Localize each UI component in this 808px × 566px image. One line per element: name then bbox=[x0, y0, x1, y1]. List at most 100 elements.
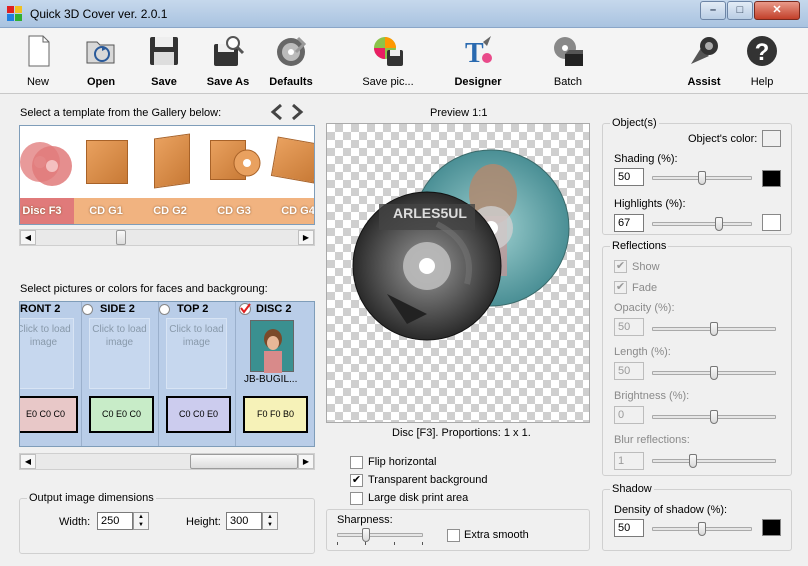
scroll-right-icon[interactable]: ▶ bbox=[298, 454, 314, 469]
brightness-slider-thumb[interactable] bbox=[710, 410, 718, 424]
image-slot[interactable]: Click to load image bbox=[89, 318, 150, 389]
face-radio[interactable] bbox=[82, 304, 93, 315]
highlights-slider-thumb[interactable] bbox=[715, 217, 723, 231]
maximize-button[interactable]: □ bbox=[727, 1, 753, 20]
gallery-item-cd-g1[interactable]: CD G1 bbox=[74, 126, 138, 224]
show-reflection-checkbox[interactable]: ✔ bbox=[614, 260, 627, 273]
disc-image-thumb[interactable] bbox=[250, 320, 294, 373]
defaults-button[interactable]: Defaults bbox=[268, 32, 314, 92]
blur-input[interactable]: 1 bbox=[614, 452, 644, 470]
sharpness-slider-thumb[interactable] bbox=[362, 528, 370, 542]
scroll-right-icon[interactable]: ▶ bbox=[298, 230, 314, 245]
shading-slider-thumb[interactable] bbox=[698, 171, 706, 185]
object-color-swatch[interactable] bbox=[762, 130, 781, 147]
assist-icon bbox=[687, 34, 721, 68]
gallery-item-disc-f3[interactable]: Disc F3 bbox=[20, 126, 74, 224]
window-title: Quick 3D Cover ver. 2.0.1 bbox=[30, 7, 168, 21]
scroll-thumb[interactable] bbox=[116, 230, 126, 245]
scroll-left-icon[interactable]: ◀ bbox=[20, 454, 36, 469]
brightness-input[interactable]: 0 bbox=[614, 406, 644, 424]
minimize-button[interactable]: – bbox=[700, 1, 726, 20]
flip-horizontal-checkbox[interactable] bbox=[350, 456, 363, 469]
save-button[interactable]: Save bbox=[144, 32, 184, 92]
sharpness-slider-track[interactable] bbox=[337, 533, 423, 537]
color-swatch[interactable]: C0 C0 E0 bbox=[166, 396, 231, 433]
new-document-icon bbox=[21, 34, 55, 68]
opacity-slider-thumb[interactable] bbox=[710, 322, 718, 336]
blur-slider-thumb[interactable] bbox=[689, 454, 697, 468]
shadow-density-input[interactable]: 50 bbox=[614, 519, 644, 537]
length-input[interactable]: 50 bbox=[614, 362, 644, 380]
gallery-prev-icon[interactable] bbox=[270, 103, 284, 124]
designer-button[interactable]: T Designer bbox=[452, 32, 504, 92]
shading-color-swatch[interactable] bbox=[762, 170, 781, 187]
floppy-disk-icon bbox=[147, 34, 181, 68]
svg-text:?: ? bbox=[755, 39, 770, 66]
open-button[interactable]: Open bbox=[80, 32, 122, 92]
fade-reflection-checkbox[interactable]: ✔ bbox=[614, 281, 627, 294]
face-disc[interactable]: DISC 2 JB-BUGIL... F0 F0 B0 bbox=[236, 302, 313, 446]
save-picture-button[interactable]: Save pic... bbox=[360, 32, 416, 92]
width-spinner[interactable]: ▲ ▼ bbox=[133, 512, 149, 530]
gallery-item-cd-g4[interactable]: CD G4 bbox=[266, 126, 314, 224]
new-button[interactable]: New bbox=[18, 32, 58, 92]
preview-caption: Disc [F3]. Proportions: 1 x 1. bbox=[392, 427, 531, 439]
height-input[interactable]: 300 bbox=[226, 512, 262, 530]
shadow-density-slider-track[interactable] bbox=[652, 522, 752, 536]
svg-text:T: T bbox=[465, 38, 484, 68]
disc-label-text: ARLES5UL bbox=[393, 205, 467, 221]
shading-slider-track[interactable] bbox=[652, 171, 752, 185]
width-input[interactable]: 250 bbox=[97, 512, 133, 530]
shading-input[interactable]: 50 bbox=[614, 168, 644, 186]
length-slider-track[interactable] bbox=[652, 366, 776, 380]
transparent-background-checkbox[interactable]: ✔ bbox=[350, 474, 363, 487]
highlights-slider-track[interactable] bbox=[652, 217, 752, 231]
large-disk-checkbox[interactable] bbox=[350, 492, 363, 505]
disc-template-thumb bbox=[20, 126, 74, 198]
gallery-next-icon[interactable] bbox=[290, 103, 304, 124]
image-slot[interactable]: Click to load image bbox=[166, 318, 227, 389]
brightness-slider-track[interactable] bbox=[652, 410, 776, 424]
cd-case-thumb bbox=[86, 140, 128, 184]
color-swatch[interactable]: F0 F0 B0 bbox=[243, 396, 308, 433]
shadow-color-swatch[interactable] bbox=[762, 519, 781, 536]
close-button[interactable]: ✕ bbox=[754, 1, 800, 20]
face-front[interactable]: RONT 2 Click to load image E0 C0 C0 bbox=[20, 302, 82, 446]
shadow-density-slider-thumb[interactable] bbox=[698, 522, 706, 536]
template-gallery: Disc F3 CD G1 CD G2 CD G3 CD G4 bbox=[19, 125, 315, 225]
gallery-label: Select a template from the Gallery below… bbox=[20, 107, 222, 119]
gallery-item-cd-g2[interactable]: CD G2 bbox=[138, 126, 202, 224]
face-top[interactable]: TOP 2 Click to load image C0 C0 E0 bbox=[159, 302, 236, 446]
length-slider-thumb[interactable] bbox=[710, 366, 718, 380]
app-icon bbox=[7, 6, 23, 22]
scroll-thumb[interactable] bbox=[190, 454, 298, 469]
checked-icon[interactable] bbox=[239, 303, 251, 318]
preview-canvas: ARLES5UL bbox=[326, 123, 590, 423]
opacity-slider-track[interactable] bbox=[652, 322, 776, 336]
title-bar: Quick 3D Cover ver. 2.0.1 – □ ✕ bbox=[0, 0, 808, 28]
help-button[interactable]: ? Help bbox=[744, 32, 780, 92]
designer-icon: T bbox=[461, 34, 495, 69]
cd-case-thumb bbox=[270, 136, 314, 184]
highlights-input[interactable]: 67 bbox=[614, 214, 644, 232]
gallery-item-cd-g3[interactable]: CD G3 bbox=[202, 126, 266, 224]
image-slot[interactable]: Click to load image bbox=[20, 318, 74, 389]
scroll-left-icon[interactable]: ◀ bbox=[20, 230, 36, 245]
blur-slider-track[interactable] bbox=[652, 454, 776, 468]
highlights-color-swatch[interactable] bbox=[762, 214, 781, 231]
assist-button[interactable]: Assist bbox=[684, 32, 724, 92]
faces-scrollbar[interactable]: ◀ ▶ bbox=[19, 453, 315, 470]
disc-defaults-icon bbox=[274, 34, 308, 68]
faces-label: Select pictures or colors for faces and … bbox=[20, 283, 268, 295]
height-spinner[interactable]: ▲ ▼ bbox=[262, 512, 278, 530]
face-side[interactable]: SIDE 2 Click to load image C0 E0 C0 bbox=[82, 302, 159, 446]
opacity-input[interactable]: 50 bbox=[614, 318, 644, 336]
color-swatch[interactable]: E0 C0 C0 bbox=[20, 396, 78, 433]
batch-button[interactable]: Batch bbox=[548, 32, 588, 92]
extra-smooth-checkbox[interactable] bbox=[447, 529, 460, 542]
color-swatch[interactable]: C0 E0 C0 bbox=[89, 396, 154, 433]
gallery-scrollbar[interactable]: ◀ ▶ bbox=[19, 229, 315, 246]
save-as-button[interactable]: Save As bbox=[204, 32, 252, 92]
face-radio[interactable] bbox=[159, 304, 170, 315]
save-as-icon bbox=[211, 34, 245, 68]
